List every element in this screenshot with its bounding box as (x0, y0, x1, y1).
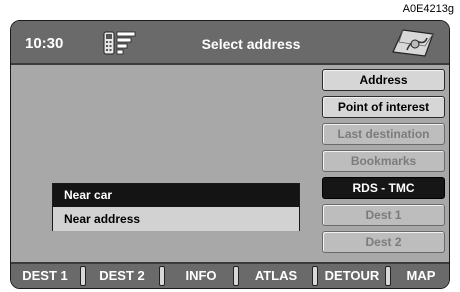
softkey-separator (233, 266, 239, 286)
softkey-separator (385, 266, 391, 286)
menu-item-rds-tmc[interactable]: RDS - TMC (322, 177, 445, 199)
clock: 10:30 (25, 35, 64, 52)
menu-item-point-of-interest[interactable]: Point of interest (322, 96, 445, 118)
menu-item-address[interactable]: Address (322, 69, 445, 91)
address-option-popup: Near car Near address (52, 183, 300, 231)
softkey-separator (312, 266, 318, 286)
softkey-separator (80, 266, 86, 286)
softkey-map[interactable]: MAP (393, 264, 449, 288)
figure-reference-code: A0E4213g (402, 3, 454, 15)
phone-signal-icon (103, 31, 136, 55)
softkey-dest-2[interactable]: DEST 2 (89, 264, 155, 288)
softkey-separator (159, 266, 165, 286)
softkey-info[interactable]: INFO (168, 264, 234, 288)
header-bar: 10:30 Select address (11, 21, 449, 65)
softkey-bar: DEST 1 DEST 2 INFO ATLAS DETOUR MAP (11, 262, 449, 288)
softkey-detour[interactable]: DETOUR (320, 264, 384, 288)
map-icon (392, 29, 434, 57)
menu-item-bookmarks[interactable]: Bookmarks (322, 150, 445, 172)
menu-item-dest-2[interactable]: Dest 2 (322, 231, 445, 253)
popup-item-near-address[interactable]: Near address (53, 208, 299, 231)
navigation-screen: 10:30 Select address Address Point of in… (10, 20, 450, 289)
softkey-atlas[interactable]: ATLAS (242, 264, 310, 288)
menu-item-last-destination[interactable]: Last destination (322, 123, 445, 145)
softkey-dest-1[interactable]: DEST 1 (13, 264, 77, 288)
menu-item-dest-1[interactable]: Dest 1 (322, 204, 445, 226)
popup-item-near-car[interactable]: Near car (53, 184, 299, 207)
page-title: Select address (201, 36, 301, 52)
